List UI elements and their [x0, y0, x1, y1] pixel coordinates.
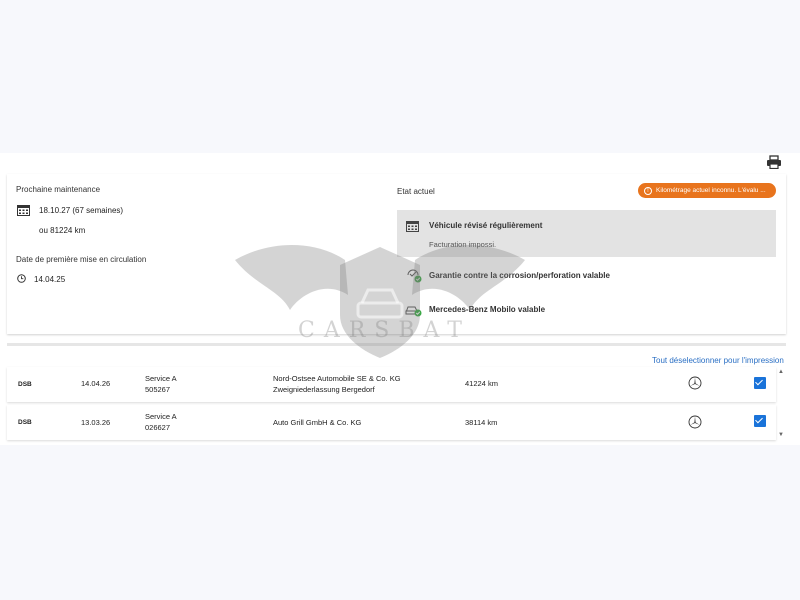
scroll-down-arrow[interactable]: ▼: [778, 432, 784, 438]
clock-icon: [17, 274, 26, 283]
print-checkbox[interactable]: [754, 415, 766, 427]
row-workshop: Auto Grill GmbH & Co. KG: [273, 418, 362, 427]
row-mileage: 38114 km: [465, 418, 498, 427]
row-date: 14.04.26: [81, 379, 111, 388]
table-row[interactable]: [7, 405, 776, 440]
print-checkbox[interactable]: [754, 377, 766, 389]
current-status-label: Etat actuel: [397, 187, 435, 196]
first-registration-date: 14.04.25: [34, 275, 66, 284]
row-workshop-branch: Zweigniederlassung Bergedorf: [273, 385, 375, 394]
section-divider: [7, 343, 786, 346]
row-service: Service A: [145, 374, 177, 383]
mileage-warning-text: Kilométrage actuel inconnu. L'évalu ...: [656, 187, 766, 194]
mercedes-star-icon: [688, 415, 702, 429]
calendar-icon: [406, 221, 419, 232]
row-order-number: 026627: [145, 423, 171, 432]
next-maintenance-km: ou 81224 km: [39, 226, 86, 235]
row-date: 13.03.26: [81, 418, 111, 427]
row-mileage: 41224 km: [465, 379, 498, 388]
status-highlight-box: [397, 210, 776, 257]
check-shield-icon: [407, 269, 422, 283]
next-maintenance-date: 18.10.27 (67 semaines): [39, 206, 124, 215]
status-item-title: Véhicule révisé régulièrement: [429, 221, 543, 230]
car-check-icon: [405, 306, 422, 317]
row-service: Service A: [145, 412, 177, 421]
status-item-title: Garantie contre la corrosion/perforation…: [429, 271, 610, 280]
scroll-up-arrow[interactable]: ▲: [778, 369, 784, 375]
calendar-icon: [17, 205, 30, 216]
deselect-all-print-link[interactable]: Tout déselectionner pour l'impression: [652, 356, 784, 365]
next-maintenance-label: Prochaine maintenance: [16, 185, 101, 194]
print-icon[interactable]: [766, 155, 782, 169]
warning-icon: !: [644, 186, 652, 195]
row-source: DSB: [18, 381, 32, 388]
mercedes-star-icon: [688, 376, 702, 390]
row-workshop: Nord-Ostsee Automobile SE & Co. KG: [273, 374, 401, 383]
first-registration-label: Date de première mise en circulation: [16, 255, 147, 264]
row-source: DSB: [18, 419, 32, 426]
status-item-subtitle: Facturation impossi.: [429, 240, 497, 249]
row-order-number: 505267: [145, 385, 171, 394]
status-item-title: Mercedes-Benz Mobilo valable: [429, 305, 546, 314]
mileage-warning-badge[interactable]: ! Kilométrage actuel inconnu. L'évalu ..…: [638, 183, 776, 198]
